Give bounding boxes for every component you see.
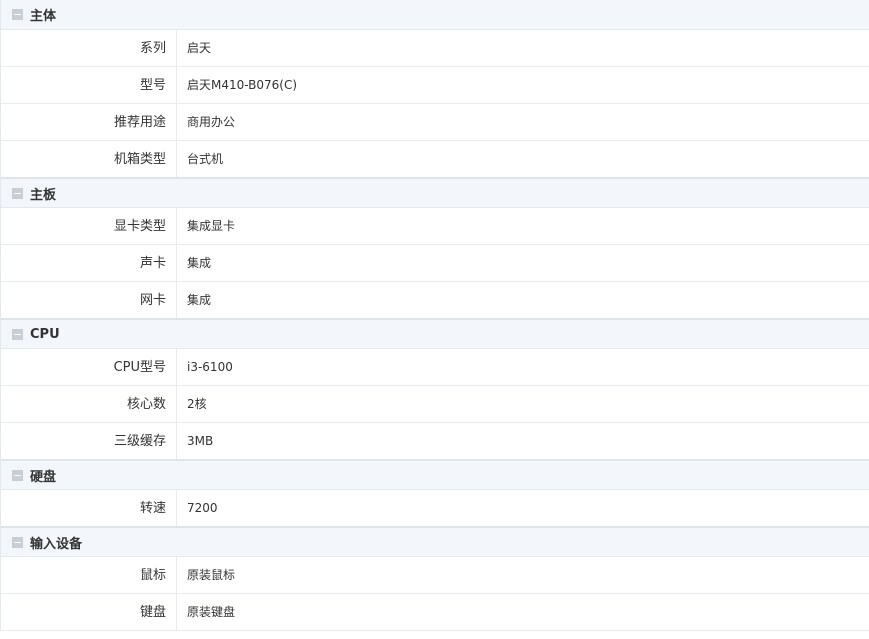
spec-value: 7200 [177, 490, 869, 526]
spec-label: 鼠标 [1, 557, 177, 593]
collapse-icon[interactable] [12, 9, 23, 20]
spec-label: 推荐用途 [1, 104, 177, 140]
collapse-icon[interactable] [12, 536, 23, 548]
spec-value: 2核 [177, 386, 869, 422]
group-header-motherboard[interactable]: 主板 [1, 178, 869, 208]
group-title: CPU [30, 326, 60, 342]
group-title: 输入设备 [30, 536, 83, 552]
spec-row: 推荐用途 商用办公 [1, 104, 869, 141]
spec-row: 核心数 2核 [1, 386, 869, 423]
spec-row: 显卡类型 集成显卡 [1, 208, 869, 245]
spec-label: 三级缓存 [1, 423, 177, 459]
spec-label: 核心数 [1, 386, 177, 422]
group-header-main[interactable]: 主体 [1, 0, 869, 30]
spec-label: CPU型号 [1, 349, 177, 385]
group-header-cpu[interactable]: CPU [1, 319, 869, 349]
spec-value: 台式机 [177, 141, 869, 177]
spec-row: 网卡 集成 [1, 282, 869, 319]
spec-value: 原装鼠标 [177, 557, 869, 593]
group-title: 主体 [30, 9, 57, 24]
spec-row: CPU型号 i3-6100 [1, 349, 869, 386]
spec-label: 声卡 [1, 245, 177, 281]
spec-value: 集成 [177, 245, 869, 281]
group-title: 主板 [30, 187, 57, 203]
spec-label: 机箱类型 [1, 141, 177, 177]
collapse-icon[interactable] [12, 187, 23, 199]
spec-value: 商用办公 [177, 104, 869, 140]
spec-label: 键盘 [1, 594, 177, 630]
collapse-icon[interactable] [12, 469, 23, 481]
collapse-icon[interactable] [12, 328, 23, 340]
spec-value: 原装键盘 [177, 594, 869, 630]
spec-label: 显卡类型 [1, 208, 177, 244]
spec-row: 三级缓存 3MB [1, 423, 869, 460]
spec-label: 型号 [1, 67, 177, 103]
spec-label: 网卡 [1, 282, 177, 318]
spec-row: 机箱类型 台式机 [1, 141, 869, 178]
spec-value: 3MB [177, 423, 869, 459]
spec-value: 集成 [177, 282, 869, 318]
spec-table: 主体 系列 启天 型号 启天M410-B076(C) 推荐用途 商用办公 机箱类… [0, 0, 869, 631]
spec-label: 转速 [1, 490, 177, 526]
spec-row: 型号 启天M410-B076(C) [1, 67, 869, 104]
spec-row: 转速 7200 [1, 490, 869, 527]
spec-row: 声卡 集成 [1, 245, 869, 282]
spec-value: 集成显卡 [177, 208, 869, 244]
spec-row: 鼠标 原装鼠标 [1, 557, 869, 594]
spec-row: 系列 启天 [1, 30, 869, 67]
spec-value: 启天 [177, 30, 869, 66]
group-header-input-devices[interactable]: 输入设备 [1, 527, 869, 557]
spec-value: 启天M410-B076(C) [177, 67, 869, 103]
spec-label: 系列 [1, 30, 177, 66]
group-header-hard-disk[interactable]: 硬盘 [1, 460, 869, 490]
spec-value: i3-6100 [177, 349, 869, 385]
group-title: 硬盘 [30, 469, 57, 485]
spec-row: 键盘 原装键盘 [1, 594, 869, 631]
